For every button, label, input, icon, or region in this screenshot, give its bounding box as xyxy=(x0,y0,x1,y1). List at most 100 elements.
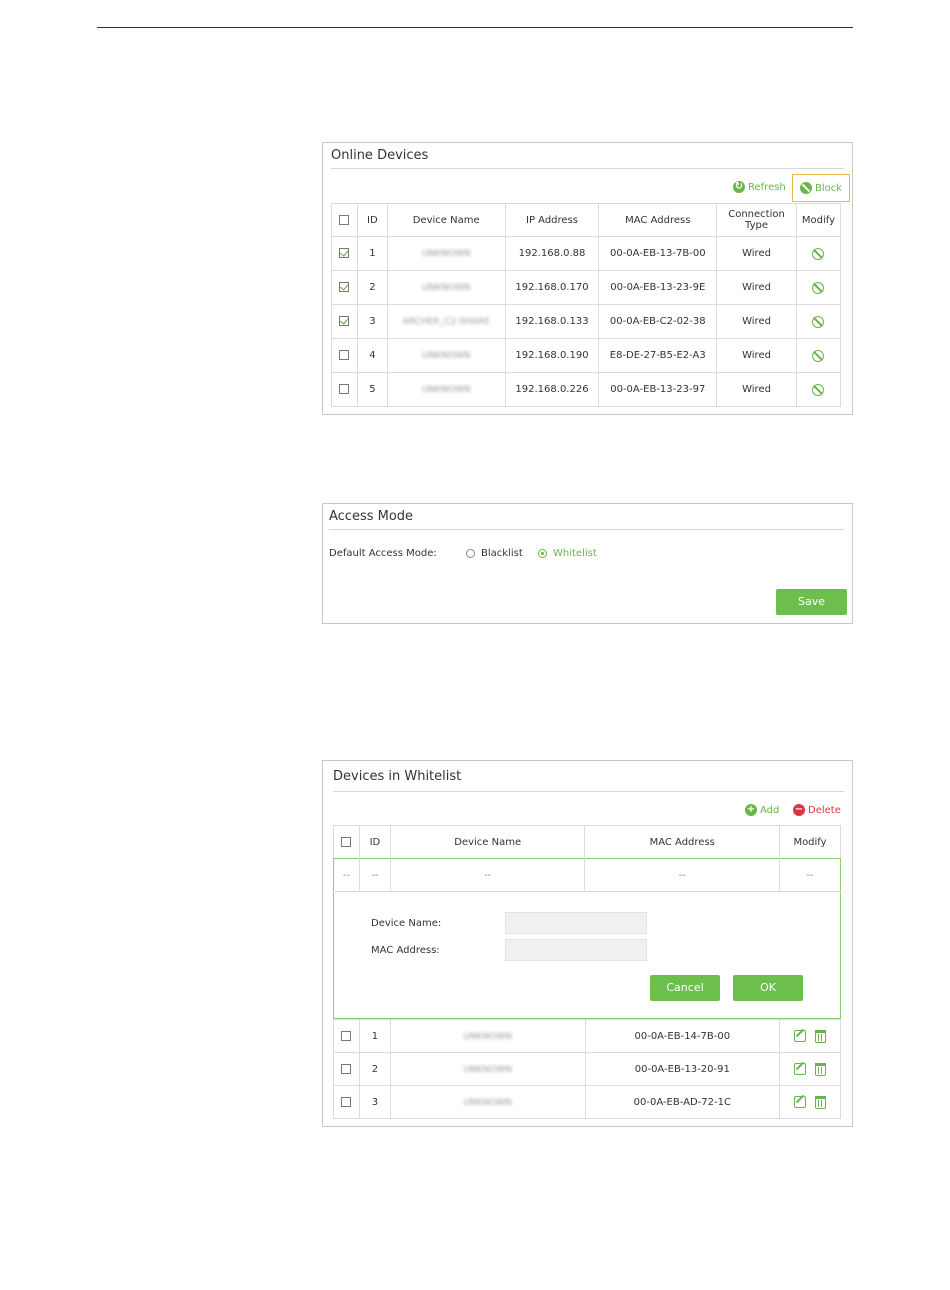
cell-device-name: UNKNOWN xyxy=(386,372,506,407)
ok-button[interactable]: OK xyxy=(733,975,803,1001)
device-name-text: UNKNOWN xyxy=(463,1097,513,1108)
mac-address-input[interactable] xyxy=(505,939,647,961)
cell-mac: 00-0A-EB-C2-02-38 xyxy=(598,304,718,339)
title-divider xyxy=(329,529,844,530)
cell-modify xyxy=(779,1052,841,1086)
device-name-text: UNKNOWN xyxy=(421,385,471,395)
placeholder-cell: -- xyxy=(358,858,391,892)
cell-type: Wired xyxy=(716,338,797,373)
placeholder-cell: -- xyxy=(389,858,586,892)
cell-device-name: UNKNOWN xyxy=(389,1052,586,1086)
row-checkbox-cell xyxy=(331,338,358,373)
row-checkbox-cell xyxy=(333,1052,360,1086)
whitelist-radio[interactable] xyxy=(538,549,547,558)
add-button[interactable]: + Add xyxy=(745,804,779,816)
title-divider xyxy=(331,168,844,169)
device-name-text: UNKNOWN xyxy=(421,283,471,293)
cell-mac: 00-0A-EB-AD-72-1C xyxy=(584,1085,781,1119)
select-all-checkbox[interactable] xyxy=(339,214,350,225)
edit-icon[interactable] xyxy=(794,1030,807,1042)
cell-modify xyxy=(779,1085,841,1119)
delete-icon: − xyxy=(793,804,805,816)
refresh-icon: ↻ xyxy=(733,181,745,193)
add-label: Add xyxy=(760,804,780,816)
edit-icon[interactable] xyxy=(794,1063,807,1075)
whitelist-panel: Devices in Whitelist + Add − Delete ID D… xyxy=(322,760,853,1127)
row-checkbox[interactable] xyxy=(341,1030,352,1041)
whitelist-label: Whitelist xyxy=(553,548,597,559)
row-checkbox[interactable] xyxy=(339,248,350,258)
row-checkbox[interactable] xyxy=(339,282,350,292)
cell-mac: 00-0A-EB-14-7B-00 xyxy=(584,1019,781,1053)
delete-label: Delete xyxy=(808,804,841,816)
device-name-text: UNKNOWN xyxy=(421,351,471,361)
refresh-button[interactable]: ↻ Refresh xyxy=(733,181,786,193)
delete-button[interactable]: − Delete xyxy=(793,804,841,816)
block-device-icon[interactable] xyxy=(812,383,825,396)
cell-mac: 00-0A-EB-13-23-9E xyxy=(598,270,718,305)
online-devices-title: Online Devices xyxy=(331,148,429,163)
table-header-row: ID Device Name IP Address MAC Address Co… xyxy=(331,203,842,237)
trash-icon[interactable] xyxy=(815,1095,827,1109)
row-checkbox[interactable] xyxy=(341,1063,352,1074)
cell-modify xyxy=(795,372,842,407)
cell-type: Wired xyxy=(716,270,797,305)
edit-icon[interactable] xyxy=(794,1096,807,1108)
col-header-ip: IP Address xyxy=(504,203,600,237)
table-row: 1 UNKNOWN 192.168.0.88 00-0A-EB-13-7B-00… xyxy=(331,236,842,271)
block-device-icon[interactable] xyxy=(812,281,825,294)
trash-icon[interactable] xyxy=(815,1029,827,1043)
cell-ip: 192.168.0.226 xyxy=(504,372,600,407)
cell-device-name: UNKNOWN xyxy=(389,1019,586,1053)
col-header-mac: MAC Address xyxy=(598,203,718,237)
blacklist-label: Blacklist xyxy=(481,548,523,559)
row-checkbox-cell xyxy=(333,1019,360,1053)
save-button[interactable]: Save xyxy=(776,589,847,615)
block-button[interactable]: Block xyxy=(792,174,850,202)
col-header-modify: Modify xyxy=(795,203,842,237)
cell-id: 1 xyxy=(356,236,388,271)
table-row: 3 UNKNOWN 00-0A-EB-AD-72-1C xyxy=(333,1085,841,1119)
row-checkbox[interactable] xyxy=(341,1096,352,1107)
block-device-icon[interactable] xyxy=(812,349,825,362)
trash-icon[interactable] xyxy=(815,1062,827,1076)
blacklist-radio-option[interactable]: Blacklist xyxy=(466,548,523,559)
device-name-text: UNKNOWN xyxy=(463,1031,513,1042)
cell-id: 2 xyxy=(356,270,388,305)
row-checkbox-cell xyxy=(331,304,358,339)
cell-mac: 00-0A-EB-13-20-91 xyxy=(584,1052,781,1086)
block-device-icon[interactable] xyxy=(812,247,825,260)
cancel-button[interactable]: Cancel xyxy=(650,975,720,1001)
cell-id: 1 xyxy=(358,1019,391,1053)
cell-device-name: UNKNOWN xyxy=(389,1085,586,1119)
online-devices-table: ID Device Name IP Address MAC Address Co… xyxy=(331,203,842,407)
cell-id: 2 xyxy=(358,1052,391,1086)
table-header-row: ID Device Name MAC Address Modify xyxy=(333,825,841,859)
cell-id: 3 xyxy=(358,1085,391,1119)
whitelist-title: Devices in Whitelist xyxy=(333,769,462,784)
device-name-input[interactable] xyxy=(505,912,647,934)
row-checkbox[interactable] xyxy=(339,350,350,360)
block-device-icon[interactable] xyxy=(812,315,825,328)
whitelist-radio-option[interactable]: Whitelist xyxy=(538,548,597,559)
select-all-cell xyxy=(333,825,360,859)
table-row: 4 UNKNOWN 192.168.0.190 E8-DE-27-B5-E2-A… xyxy=(331,338,842,373)
access-mode-title: Access Mode xyxy=(329,509,414,524)
add-icon: + xyxy=(745,804,757,816)
mac-address-label: MAC Address: xyxy=(371,945,440,956)
row-checkbox[interactable] xyxy=(339,316,350,326)
cell-ip: 192.168.0.133 xyxy=(504,304,600,339)
cell-mac: 00-0A-EB-13-23-97 xyxy=(598,372,718,407)
title-divider xyxy=(333,791,844,792)
select-all-checkbox[interactable] xyxy=(341,836,352,847)
device-name-text: ARCHER_C2-SHARE xyxy=(402,317,490,327)
page-top-rule xyxy=(97,27,853,28)
col-header-device-name: Device Name xyxy=(386,203,506,237)
row-checkbox[interactable] xyxy=(339,384,350,394)
table-row: 5 UNKNOWN 192.168.0.226 00-0A-EB-13-23-9… xyxy=(331,372,842,407)
blacklist-radio[interactable] xyxy=(466,549,475,558)
row-checkbox-cell xyxy=(331,236,358,271)
col-header-device-name: Device Name xyxy=(389,825,586,859)
placeholder-cell: -- xyxy=(584,858,781,892)
table-row: 2 UNKNOWN 192.168.0.170 00-0A-EB-13-23-9… xyxy=(331,270,842,305)
